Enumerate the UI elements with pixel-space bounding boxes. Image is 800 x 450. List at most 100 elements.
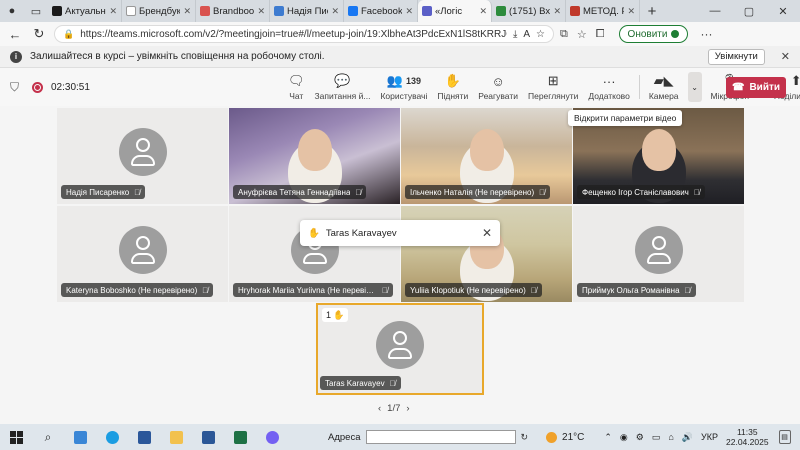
read-aloud-icon[interactable]: A (523, 29, 530, 40)
extensions-icon[interactable]: ⧉ (560, 28, 568, 41)
browser-tab[interactable]: Facebook ✕ (344, 0, 418, 22)
temperature: 21°C (562, 431, 585, 443)
update-button[interactable]: Оновити (618, 25, 689, 43)
tool-view-button[interactable]: ⊞ Переглянути (523, 68, 583, 106)
tool-people-button[interactable]: 👥 139 Користувачі (375, 68, 432, 106)
tool-react-button[interactable]: ☺ Реагувати (473, 68, 523, 106)
update-label: Оновити (627, 28, 668, 40)
participant-tile[interactable]: Ільченко Наталія (Не перевірено) 🎙̸ (401, 108, 572, 204)
mic-muted-icon: 🎙̸ (355, 187, 362, 197)
raised-hand-popup: ✋ Taras Karavayev ✕ (300, 220, 500, 246)
browser-tab[interactable]: Надія Пис ✕ (270, 0, 344, 22)
url-field[interactable]: 🔒 https://teams.microsoft.com/v2/?meetin… (54, 25, 554, 43)
window-controls: — ▢ ✕ (698, 0, 800, 22)
tab-actions-icon[interactable]: ▭ (24, 0, 48, 22)
close-window-icon[interactable]: ✕ (766, 0, 800, 22)
word-icon[interactable] (192, 424, 224, 450)
taskbar-address-go-icon[interactable]: ↻ (520, 432, 528, 443)
network-icon[interactable]: ⌂ (668, 432, 673, 442)
close-popup-icon[interactable]: ✕ (482, 226, 492, 240)
participant-name-tag: Hryhorak Mariia Yuriivna (Не перевір... 🎙… (233, 283, 393, 297)
tab-close-icon[interactable]: ✕ (627, 6, 635, 17)
enable-notifications-button[interactable]: Увімкнути (707, 48, 765, 65)
weather-widget[interactable]: 21°C (546, 431, 585, 443)
participant-tile[interactable]: Ануфрієва Тетяна Геннадіївна 🎙̸ (229, 108, 400, 204)
search-icon[interactable]: ⌕ (32, 424, 64, 450)
battery-icon[interactable]: ▭ (652, 432, 661, 443)
avatar (634, 226, 683, 274)
viber-icon[interactable] (256, 424, 288, 450)
participant-tile[interactable]: 1 ✋ Taras Karavayev 🎙̸ (316, 303, 484, 395)
tool-chat-button[interactable]: 🗨 Чат (283, 68, 310, 106)
favorite-icon[interactable]: ☆ (536, 29, 545, 40)
browser-profile-icon[interactable]: ● (0, 0, 24, 22)
video-options-tooltip: Відкрити параметри відео (568, 110, 683, 126)
refresh-icon[interactable]: ↻ (30, 25, 48, 43)
tab-close-icon[interactable]: ✕ (257, 6, 265, 17)
tab-favicon-icon (422, 6, 432, 16)
start-icon[interactable] (0, 424, 32, 450)
tab-close-icon[interactable]: ✕ (479, 6, 487, 17)
participant-tile[interactable]: Kateryna Boboshko (Не перевірено) 🎙̸ (57, 206, 228, 302)
browser-tab[interactable]: Brandbook ✕ (196, 0, 270, 22)
language-indicator[interactable]: УКР (701, 432, 718, 442)
tab-close-icon[interactable]: ✕ (553, 6, 561, 17)
store-icon[interactable] (64, 424, 96, 450)
browser-tab[interactable]: Брендбук ✕ (122, 0, 196, 22)
back-icon[interactable]: ← (6, 25, 24, 43)
tray-chevron-icon[interactable]: ⌃ (604, 432, 612, 443)
raised-hand-icon: ✋ (308, 227, 320, 239)
collections-icon[interactable]: ⧠ (596, 28, 605, 41)
close-banner-icon[interactable]: ✕ (781, 50, 790, 63)
minimize-icon[interactable]: — (698, 0, 732, 22)
view-icon: ⊞ (548, 73, 559, 89)
leave-label: Вийти (749, 82, 781, 93)
camera-button[interactable]: ▰◣ Камера (643, 68, 684, 106)
browser-tab[interactable]: МЕТОД. РЕ✕ (566, 0, 640, 22)
browser-menu-icon[interactable]: ··· (700, 27, 712, 41)
new-tab-button[interactable]: + (640, 0, 664, 22)
shield-icon: ⛉ (10, 79, 20, 94)
favorites-bar-icon[interactable]: ☆ (577, 28, 587, 41)
media-icon[interactable] (128, 424, 160, 450)
record-tray-icon[interactable]: ◉ (620, 432, 628, 443)
camera-off-icon: ▰◣ (653, 73, 674, 88)
tool-raise-hand-button[interactable]: ✋ Підняти (432, 68, 473, 106)
edge-icon[interactable] (96, 424, 128, 450)
next-page-icon[interactable]: › (406, 403, 409, 414)
tool-qa-button[interactable]: 💬 Запитання й... (310, 68, 376, 106)
browser-tab[interactable]: Актуальні ✕ (48, 0, 122, 22)
clock[interactable]: 11:35 22.04.2025 (726, 427, 769, 447)
tool-more-button[interactable]: ··· Додатково (583, 68, 634, 106)
mic-muted-icon: 🎙̸ (693, 187, 700, 197)
video-options-button[interactable]: ⌄ (687, 72, 702, 102)
participant-tile[interactable]: Надія Писаренко 🎙̸ (57, 108, 228, 204)
excel-icon[interactable] (224, 424, 256, 450)
tab-close-icon[interactable]: ✕ (405, 6, 413, 17)
browser-tab[interactable]: (1751) Вхід✕ (492, 0, 566, 22)
tab-title: МЕТОД. РЕ (583, 5, 624, 17)
taskbar-address-input[interactable] (366, 430, 517, 444)
tab-close-icon[interactable]: ✕ (109, 6, 117, 17)
tab-close-icon[interactable]: ✕ (183, 6, 191, 17)
raised-hand-icon: ✋ (333, 309, 345, 320)
notifications-icon[interactable]: ▤ (778, 430, 791, 444)
settings-tray-icon[interactable]: ⚙ (636, 432, 644, 443)
prev-page-icon[interactable]: ‹ (378, 403, 381, 414)
tab-close-icon[interactable]: ✕ (331, 6, 339, 17)
qa-icon: 💬 (334, 73, 350, 89)
tool-label: Переглянути (527, 91, 579, 101)
address-bar: ← ↻ 🔒 https://teams.microsoft.com/v2/?me… (0, 22, 800, 46)
maximize-icon[interactable]: ▢ (732, 0, 766, 22)
participant-name: Taras Karavayev (325, 378, 385, 388)
page-indicator: 1/7 (387, 403, 401, 414)
participant-tile[interactable]: Приймук Ольга Романівна 🎙̸ (573, 206, 744, 302)
leave-button[interactable]: ☎ Вийти (726, 77, 786, 98)
browser-tab[interactable]: «Логіс ✕ (418, 0, 492, 22)
participant-name-tag: Taras Karavayev 🎙̸ (320, 376, 401, 390)
volume-icon[interactable]: 🔊 (682, 432, 693, 443)
folder-icon[interactable] (160, 424, 192, 450)
tab-title: «Логіс (435, 5, 463, 17)
tab-title: Brandbook (213, 5, 255, 17)
download-icon[interactable]: ⤓ (513, 29, 517, 40)
